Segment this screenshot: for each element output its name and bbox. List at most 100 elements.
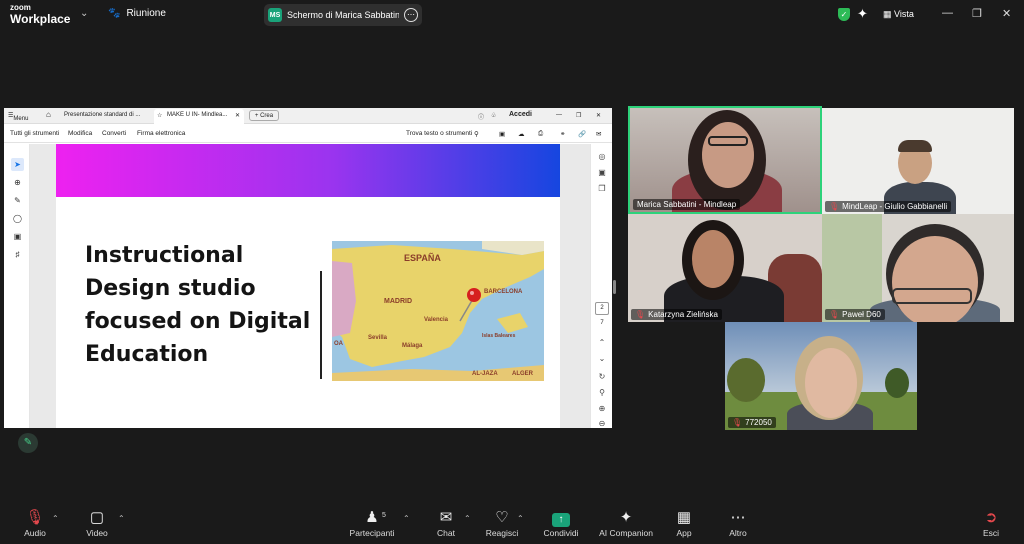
minimize-window-icon[interactable]: —	[556, 112, 562, 118]
new-tab-button[interactable]: + Crea	[249, 110, 279, 121]
find-tools-input[interactable]: Trova testo o strumenti	[406, 130, 472, 137]
upload-icon[interactable]: ☁	[518, 130, 525, 138]
menu-label: Menu	[13, 116, 29, 122]
minimize-icon[interactable]: —	[942, 7, 953, 19]
audio-label: Audio	[24, 528, 46, 538]
video-tile-772050[interactable]: 🎙 772050	[725, 322, 917, 430]
chevron-down-icon[interactable]: ⌄	[80, 8, 88, 19]
participant-name: Paweł D60	[842, 310, 881, 319]
participants-button[interactable]: ♟ Partecipanti	[346, 508, 398, 538]
map-label-oa: OA	[334, 341, 344, 347]
apps-button[interactable]: ▦ App	[672, 508, 696, 538]
refresh-icon[interactable]: ↻	[596, 372, 608, 381]
audio-button[interactable]: 🎙 Audio	[20, 508, 50, 538]
doc-search-icon[interactable]: ⚲	[596, 388, 608, 397]
participants-label: Partecipanti	[349, 528, 395, 538]
tab-convert[interactable]: Converti	[102, 130, 126, 137]
chat-options-chevron-icon[interactable]: ⌃	[464, 514, 471, 523]
panel-resize-handle[interactable]	[613, 280, 616, 294]
view-grid-icon: ▦	[883, 9, 892, 19]
more-options-icon[interactable]: ⋯	[404, 8, 418, 22]
bell-icon[interactable]: ♧	[491, 112, 496, 119]
react-button[interactable]: ♡ Reagisci	[484, 508, 520, 538]
meeting-info-button[interactable]: 🐾 Riunione	[108, 8, 166, 19]
link-icon[interactable]: 🔗	[578, 130, 586, 138]
video-tile-pawel[interactable]: 🎙 Paweł D60	[822, 214, 1014, 322]
ai-sparkle-icon[interactable]: ✦	[857, 6, 868, 22]
tab-make-u-in[interactable]: MAKE U IN- Mindlea...	[167, 112, 227, 118]
tab-all-tools[interactable]: Tutti gli strumenti	[10, 130, 59, 137]
home-icon[interactable]: ⌂	[46, 110, 51, 119]
top-bar: zoom Workplace ⌄ 🐾 Riunione MS Schermo d…	[0, 0, 1024, 30]
menu-button[interactable]: ☰ Menu	[8, 112, 28, 122]
zoom-in-icon[interactable]: ⊕	[596, 404, 608, 413]
more-button[interactable]: ⋯ Altro	[726, 508, 750, 538]
shared-screen[interactable]: ☰ Menu ⌂ Presentazione standard di ... ☆…	[4, 108, 612, 428]
bookmark-icon[interactable]: ▣	[596, 168, 608, 177]
participant-name-tag: 🎙 772050	[728, 417, 776, 428]
chat-button[interactable]: ✉ Chat	[432, 508, 460, 538]
video-tile-katarzyna[interactable]: 🎙 Katarzyna Zielińska	[628, 214, 822, 322]
share-link-icon[interactable]: ⚭	[560, 130, 565, 138]
restore-window-icon[interactable]: ❐	[576, 112, 581, 119]
chevron-down-page-icon[interactable]: ⌄	[596, 354, 608, 363]
tab-esign[interactable]: Firma elettronica	[137, 130, 185, 137]
annotate-pen-icon[interactable]: ✎	[18, 433, 38, 453]
search-icon[interactable]: ⚲	[474, 130, 479, 138]
ai-companion-button[interactable]: ✦ AI Companion	[598, 508, 654, 538]
share-screen-button[interactable]: ↑ Condividi	[540, 508, 582, 538]
screen-share-indicator[interactable]: MS Schermo di Marica Sabbatini - M ⋯	[264, 4, 422, 26]
view-button[interactable]: ▦ Vista	[883, 9, 914, 20]
encryption-shield-icon[interactable]: ✓	[838, 8, 850, 21]
map-label-madrid: MADRID	[384, 298, 412, 305]
participants-options-chevron-icon[interactable]: ⌃	[403, 514, 410, 523]
map-label-malaga: Málaga	[402, 343, 423, 349]
tab-presentazione[interactable]: Presentazione standard di ...	[64, 112, 140, 118]
help-icon[interactable]: ⓘ	[478, 112, 484, 121]
stamp-icon[interactable]: ♯	[11, 248, 24, 261]
video-tile-giulio[interactable]: 🎙 MindLeap - Giulio Gabbianelli	[822, 108, 1014, 214]
muted-mic-icon: 🎙	[829, 202, 840, 211]
save-icon[interactable]: ▣	[499, 130, 505, 138]
slide-title: Instructional Design studio focused on D…	[85, 243, 311, 367]
page-total: 7	[600, 320, 604, 326]
print-icon[interactable]: ⎙	[538, 130, 543, 138]
comment-icon[interactable]: ◎	[596, 152, 608, 161]
text-box-icon[interactable]: ▣	[11, 230, 24, 243]
zoom-add-icon[interactable]: ⊕	[11, 176, 24, 189]
zoom-logo: zoom Workplace	[10, 4, 70, 26]
left-toolbar: ➤ ⊕ ✎ ◯ ▣ ♯	[4, 144, 30, 428]
signin-button[interactable]: Accedi	[509, 111, 532, 118]
ai-companion-label: AI Companion	[599, 528, 653, 538]
pen-icon[interactable]: ✎	[11, 194, 24, 207]
page-number-input[interactable]: 2	[595, 302, 609, 315]
video-tile-marica[interactable]: Marica Sabbatini - Mindleap	[628, 106, 822, 214]
star-icon[interactable]: ☆	[157, 112, 162, 119]
close-window-icon[interactable]: ✕	[596, 112, 601, 119]
video-button[interactable]: ▢ Video	[82, 508, 112, 538]
pages-icon[interactable]: ❐	[596, 184, 608, 193]
restore-icon[interactable]: ❐	[972, 7, 982, 20]
participants-icon: ♟	[365, 509, 379, 526]
tab-edit[interactable]: Modifica	[68, 130, 92, 137]
share-label: Schermo di Marica Sabbatini - M	[287, 10, 399, 20]
more-dots-icon: ⋯	[730, 509, 746, 526]
chat-icon: ✉	[439, 509, 453, 526]
select-cursor-icon[interactable]: ➤	[11, 158, 24, 171]
close-icon[interactable]: ✕	[1002, 7, 1011, 20]
chevron-up-icon[interactable]: ⌃	[596, 338, 608, 347]
react-options-chevron-icon[interactable]: ⌃	[517, 514, 524, 523]
mic-muted-icon: 🎙	[25, 509, 45, 526]
gradient-banner	[56, 144, 560, 197]
leave-button[interactable]: ➲ Esci	[978, 508, 1004, 538]
map-label-jazair: AL-JAZA	[472, 371, 498, 377]
react-label: Reagisci	[485, 528, 519, 538]
mail-icon[interactable]: ✉	[596, 130, 601, 138]
spain-map-image: ESPAÑA BARCELONA MADRID Valencia Sevilla…	[332, 241, 544, 381]
zoom-out-icon[interactable]: ⊖	[596, 419, 608, 428]
map-label-baleares: Islas Baleares	[482, 333, 516, 339]
audio-options-chevron-icon[interactable]: ⌃	[52, 514, 59, 523]
close-tab-icon[interactable]: ✕	[235, 112, 240, 119]
video-options-chevron-icon[interactable]: ⌃	[118, 514, 125, 523]
lasso-icon[interactable]: ◯	[11, 212, 24, 225]
